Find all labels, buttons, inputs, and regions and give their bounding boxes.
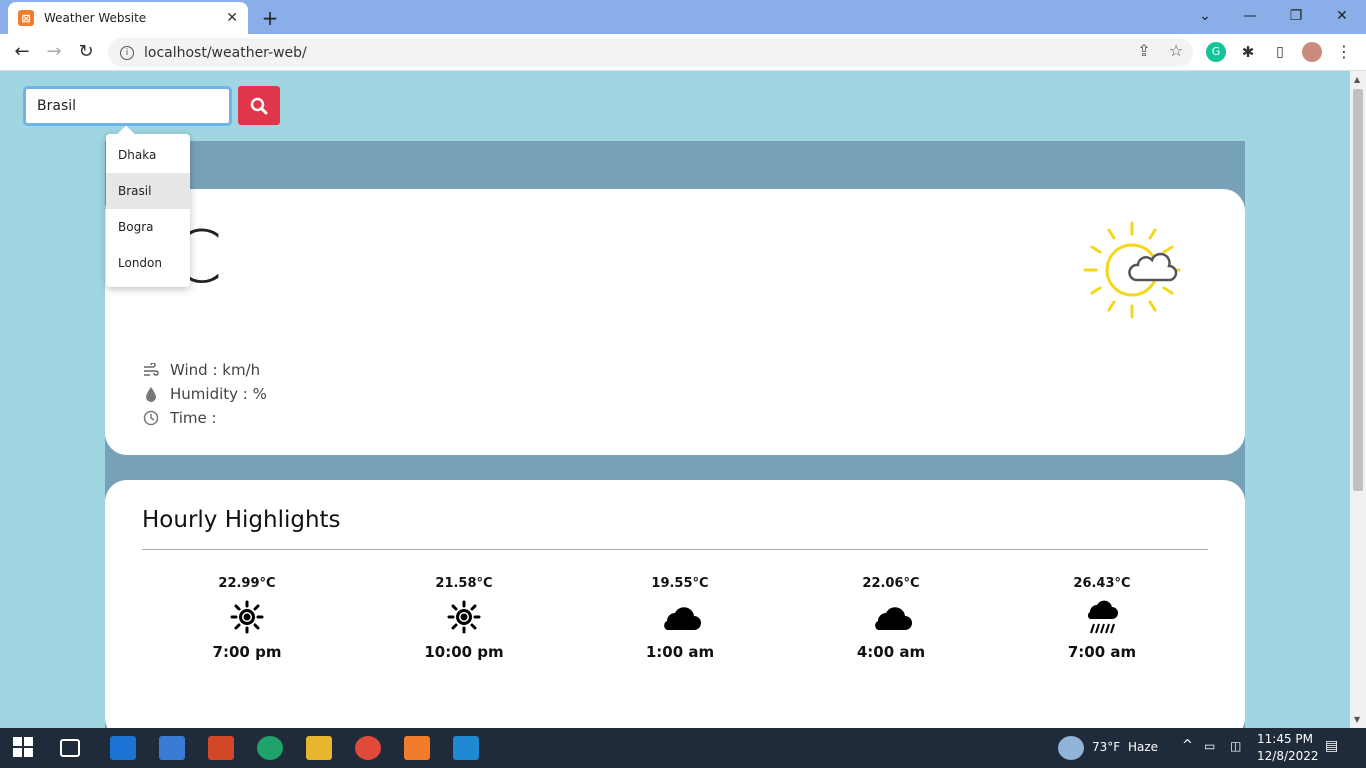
- tray-chevron-icon[interactable]: ^: [1182, 738, 1193, 753]
- suggestion-item[interactable]: London: [106, 245, 190, 281]
- sun-icon: [404, 591, 524, 643]
- humidity-label: Humidity : %: [170, 385, 267, 403]
- search-suggestions-dropdown: Dhaka Brasil Bogra London: [106, 125, 190, 287]
- page-scrollbar[interactable]: ▲ ▼: [1350, 71, 1366, 728]
- hourly-time: 7:00 pm: [212, 643, 282, 661]
- restore-button[interactable]: ❐: [1276, 4, 1316, 28]
- forward-button[interactable]: →: [42, 40, 66, 64]
- windows-start-icon[interactable]: [12, 736, 38, 760]
- current-weather-card: [105, 189, 1245, 455]
- tab-title: Weather Website: [44, 11, 147, 25]
- hourly-title: Hourly Highlights: [142, 507, 341, 533]
- hourly-temp: 22.99°C: [218, 576, 276, 591]
- hourly-temp: 22.06°C: [862, 576, 920, 591]
- grammarly-extension-icon[interactable]: G: [1206, 42, 1226, 62]
- chrome-browser-icon[interactable]: [355, 736, 381, 760]
- hourly-item: 22.99°C 7:00 pm: [187, 576, 307, 661]
- wind-row: Wind : km/h: [142, 361, 260, 379]
- suggestion-item[interactable]: Bogra: [106, 209, 190, 245]
- xampp-favicon-icon: ⊠: [18, 10, 34, 26]
- address-bar[interactable]: i localhost/weather-web/: [108, 38, 1193, 67]
- hourly-item: 19.55°C 1:00 am: [620, 576, 740, 661]
- hourly-time: 7:00 am: [1067, 643, 1137, 661]
- hourly-item: 22.06°C 4:00 am: [831, 576, 951, 661]
- scroll-up-arrow[interactable]: ▲: [1354, 75, 1360, 84]
- hourly-time: 10:00 pm: [424, 643, 504, 661]
- time-label: Time :: [170, 409, 217, 427]
- minimize-button[interactable]: —: [1230, 4, 1270, 28]
- side-panel-icon[interactable]: ▯: [1270, 42, 1290, 62]
- taskbar-date[interactable]: 12/8/2022: [1257, 749, 1319, 763]
- sun-cloud-icon: [1083, 221, 1181, 319]
- hourly-time: 1:00 am: [645, 643, 715, 661]
- browser-toolbar: ← → ↻ i localhost/weather-web/ ⇪ ☆ G ✱ ▯…: [0, 34, 1366, 71]
- suggestion-item-highlighted[interactable]: Brasil: [106, 173, 190, 209]
- hourly-temp: 19.55°C: [651, 576, 709, 591]
- search-icon: [250, 97, 268, 114]
- rain-icon: [1042, 591, 1162, 643]
- taskbar-time[interactable]: 11:45 PM: [1257, 732, 1313, 746]
- tab-bar: ⊠ Weather Website ✕ + ⌄ — ❐ ✕: [0, 0, 1366, 34]
- city-search-input[interactable]: Brasil: [23, 86, 232, 126]
- extensions-puzzle-icon[interactable]: ✱: [1238, 42, 1258, 62]
- xampp-app-icon[interactable]: [404, 736, 430, 760]
- mail-app-icon[interactable]: [110, 736, 136, 760]
- tab-close-icon[interactable]: ✕: [226, 10, 238, 26]
- browser-tab[interactable]: ⊠ Weather Website ✕: [8, 2, 248, 34]
- droplet-icon: [142, 385, 160, 403]
- back-button[interactable]: ←: [10, 40, 34, 64]
- time-row: Time :: [142, 409, 217, 427]
- menu-kebab-icon[interactable]: ⋮: [1334, 42, 1354, 62]
- store-app-icon[interactable]: [159, 736, 185, 760]
- weather-widget-icon[interactable]: [1058, 736, 1084, 760]
- hourly-time: 4:00 am: [856, 643, 926, 661]
- new-tab-button[interactable]: +: [258, 6, 282, 30]
- windows-taskbar: 73°F Haze ^ ▭ ◫ 11:45 PM 12/8/2022 ▤: [0, 728, 1366, 768]
- task-view-icon[interactable]: [60, 739, 80, 757]
- bookmark-star-icon[interactable]: ☆: [1165, 40, 1187, 62]
- taskbar-temperature[interactable]: 73°F: [1092, 740, 1120, 754]
- profile-avatar[interactable]: [1302, 42, 1322, 62]
- hourly-temp: 21.58°C: [435, 576, 493, 591]
- clock-icon: [142, 409, 160, 427]
- notifications-icon[interactable]: ▤: [1325, 738, 1338, 754]
- powerpoint-app-icon[interactable]: [208, 736, 234, 760]
- scrollbar-thumb[interactable]: [1353, 89, 1363, 491]
- search-button[interactable]: [238, 86, 280, 125]
- hourly-item: 21.58°C 10:00 pm: [404, 576, 524, 661]
- wind-icon: [142, 361, 160, 379]
- humidity-row: Humidity : %: [142, 385, 267, 403]
- scroll-down-arrow[interactable]: ▼: [1354, 715, 1360, 724]
- cloud-icon: [831, 591, 951, 643]
- network-icon[interactable]: ◫: [1230, 739, 1241, 753]
- site-info-icon[interactable]: i: [120, 45, 134, 60]
- hourly-temp: 26.43°C: [1073, 576, 1131, 591]
- reload-button[interactable]: ↻: [74, 40, 98, 64]
- sun-icon: [187, 591, 307, 643]
- cloud-icon: [620, 591, 740, 643]
- vscode-app-icon[interactable]: [453, 736, 479, 760]
- file-explorer-icon[interactable]: [306, 736, 332, 760]
- edge-browser-icon[interactable]: [257, 736, 283, 760]
- close-window-button[interactable]: ✕: [1322, 4, 1362, 28]
- url-text: localhost/weather-web/: [144, 44, 307, 61]
- battery-icon[interactable]: ▭: [1204, 739, 1215, 753]
- tab-search-icon[interactable]: ⌄: [1185, 4, 1225, 28]
- page-viewport: C Wind : km/h Humidity : % Time : Hourly…: [0, 71, 1350, 728]
- taskbar-condition[interactable]: Haze: [1128, 740, 1158, 754]
- hourly-item: 26.43°C 7:00 am: [1042, 576, 1162, 661]
- hourly-divider: [142, 549, 1208, 550]
- suggestion-item[interactable]: Dhaka: [106, 137, 190, 173]
- wind-label: Wind : km/h: [170, 361, 261, 379]
- share-icon[interactable]: ⇪: [1133, 40, 1155, 62]
